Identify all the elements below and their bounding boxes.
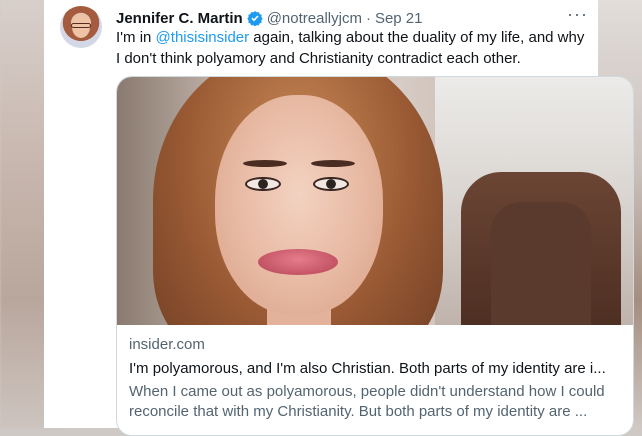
header-separator: ·	[365, 9, 371, 27]
link-card-meta: insider.com I'm polyamorous, and I'm als…	[129, 335, 623, 422]
tweet-text: I'm in @thisisinsider again, talking abo…	[116, 27, 586, 69]
link-description-line-1: When I came out as polyamorous, people d…	[129, 383, 605, 400]
link-title: I'm polyamorous, and I'm also Christian.…	[129, 360, 606, 377]
more-options-icon[interactable]: ···	[567, 4, 588, 25]
avatar-glasses	[71, 23, 91, 28]
link-description-line-2: reconcile that with my Christianity. But…	[129, 403, 588, 420]
photo-lips	[258, 249, 338, 275]
link-preview-card[interactable]: insider.com I'm polyamorous, and I'm als…	[116, 76, 634, 436]
verified-badge-icon	[246, 11, 263, 26]
mention-link[interactable]: @thisisinsider	[156, 29, 250, 46]
photo-face	[215, 95, 383, 315]
photo-right-brow	[311, 160, 355, 167]
photo-right-eye	[313, 177, 349, 191]
tweet-text-before: I'm in	[116, 29, 156, 46]
tweet-header: Jennifer C. Martin @notreallyjcm · Sep 2…	[116, 8, 584, 28]
author-name[interactable]: Jennifer C. Martin	[116, 10, 243, 27]
photo-left-eye	[245, 177, 281, 191]
article-photo[interactable]	[117, 77, 633, 325]
tweet-date[interactable]: Sep 21	[375, 10, 423, 27]
photo-left-brow	[243, 160, 287, 167]
tweet-card[interactable]: Jennifer C. Martin @notreallyjcm · Sep 2…	[44, 0, 634, 436]
author-handle[interactable]: @notreallyjcm	[267, 10, 362, 27]
link-domain: insider.com	[129, 336, 205, 353]
photo-chair-inner	[491, 202, 591, 325]
link-description: When I came out as polyamorous, people d…	[129, 382, 623, 422]
avatar[interactable]	[60, 6, 102, 48]
